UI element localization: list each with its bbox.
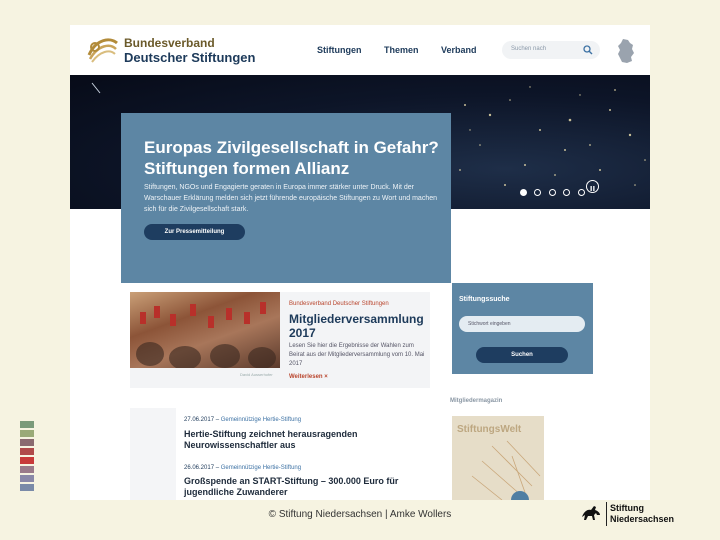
close-icon: × <box>324 374 328 380</box>
member-meeting-kicker: Bundesverband Deutscher Stiftungen <box>289 301 389 307</box>
news-title: Großspende an START-Stiftung – 300.000 E… <box>184 476 399 497</box>
color-swatch <box>20 448 34 455</box>
color-swatch <box>20 457 34 464</box>
news-item-2[interactable]: 26.06.2017 – Gemeinnützige Hertie-Stiftu… <box>184 465 434 498</box>
nav-verband[interactable]: Verband <box>441 45 477 55</box>
news-date: 27.06.2017 <box>184 417 215 423</box>
news-date: 26.06.2017 <box>184 465 215 471</box>
logo-swirl-icon <box>87 38 118 63</box>
assembly-photo <box>130 292 280 368</box>
news-sidebar <box>130 408 176 500</box>
news-item-1[interactable]: 27.06.2017 – Gemeinnützige Hertie-Stiftu… <box>184 417 434 451</box>
news-meta: 26.06.2017 – Gemeinnützige Hertie-Stiftu… <box>184 465 302 471</box>
color-swatch <box>20 439 34 446</box>
press-release-button[interactable]: Zur Pressemitteilung <box>144 224 245 240</box>
color-swatch <box>20 430 34 437</box>
search-icon[interactable] <box>582 44 594 56</box>
color-swatch <box>20 484 34 491</box>
foundation-search-title: Stiftungssuche <box>459 296 510 303</box>
slide-dot-4[interactable] <box>563 189 571 196</box>
site-logo[interactable]: Bundesverband Deutscher Stiftungen <box>86 31 276 67</box>
logo-divider <box>606 502 607 526</box>
nav-stiftungen[interactable]: Stiftungen <box>317 45 362 55</box>
germany-map-icon[interactable] <box>616 38 636 64</box>
slide-dot-3[interactable] <box>548 189 556 196</box>
news-topic: Gemeinnützige Hertie-Stiftung <box>220 417 302 423</box>
magazine-cover[interactable]: StiftungsWelt <box>452 416 544 500</box>
magazine-cover-title: StiftungsWelt <box>457 424 522 435</box>
logo-line1: Stiftung <box>610 503 644 513</box>
read-more-link[interactable]: Weiterlesen × <box>289 374 328 380</box>
logo-text-line2: Deutscher Stiftungen <box>124 50 256 65</box>
magazine-label: Mitgliedermagazin <box>450 398 503 404</box>
website-screenshot: Bundesverband Deutscher Stiftungen Stift… <box>70 25 650 500</box>
feature-teaser: Europas Zivilgesellschaft in Gefahr? Sti… <box>121 113 451 283</box>
photo-caption: David Ausserhofer <box>240 372 273 377</box>
read-more-label: Weiterlesen <box>289 374 323 380</box>
feature-title: Europas Zivilgesellschaft in Gefahr? Sti… <box>144 138 439 178</box>
keyword-placeholder: Stichwort eingeben <box>468 321 511 327</box>
search-input[interactable]: Suchen nach <box>502 41 600 59</box>
search-button[interactable]: Suchen <box>476 347 568 363</box>
color-swatches <box>20 421 36 493</box>
slide-dot-5[interactable] <box>577 189 585 196</box>
color-swatch <box>20 475 34 482</box>
news-title: Hertie-Stiftung zeichnet herausragenden … <box>184 429 358 450</box>
voting-cards-graphic <box>136 302 276 368</box>
logo-line2: Niedersachsen <box>610 514 675 524</box>
color-swatch <box>20 421 34 428</box>
news-topic: Gemeinnützige Hertie-Stiftung <box>220 465 302 471</box>
hero-slide-dots <box>520 183 588 201</box>
member-meeting-text: Lesen Sie hier die Ergebnisse der Wahlen… <box>289 343 425 367</box>
member-meeting-title: Mitgliederversammlung 2017 <box>289 312 424 340</box>
search-placeholder: Suchen nach <box>511 46 547 52</box>
pause-icon[interactable] <box>586 180 599 193</box>
news-meta: 27.06.2017 – Gemeinnützige Hertie-Stiftu… <box>184 417 302 423</box>
color-swatch <box>20 466 34 473</box>
feature-text: Stiftungen, NGOs und Engagierte geraten … <box>144 184 437 213</box>
member-meeting-card[interactable]: David Ausserhofer Bundesverband Deutsche… <box>130 292 430 388</box>
stiftung-niedersachsen-logo: Stiftung Niedersachsen <box>580 500 690 528</box>
keyword-input[interactable]: Stichwort eingeben <box>459 316 585 332</box>
foundation-search-panel: Stiftungssuche Stichwort eingeben Suchen <box>452 283 593 374</box>
slide-dot-2[interactable] <box>534 189 542 196</box>
slide-dot-1[interactable] <box>520 189 527 196</box>
logo-text-line1: Bundesverband <box>124 36 215 50</box>
nav-themen[interactable]: Themen <box>384 45 419 55</box>
site-header: Bundesverband Deutscher Stiftungen Stift… <box>70 25 650 75</box>
horse-icon <box>582 506 600 520</box>
